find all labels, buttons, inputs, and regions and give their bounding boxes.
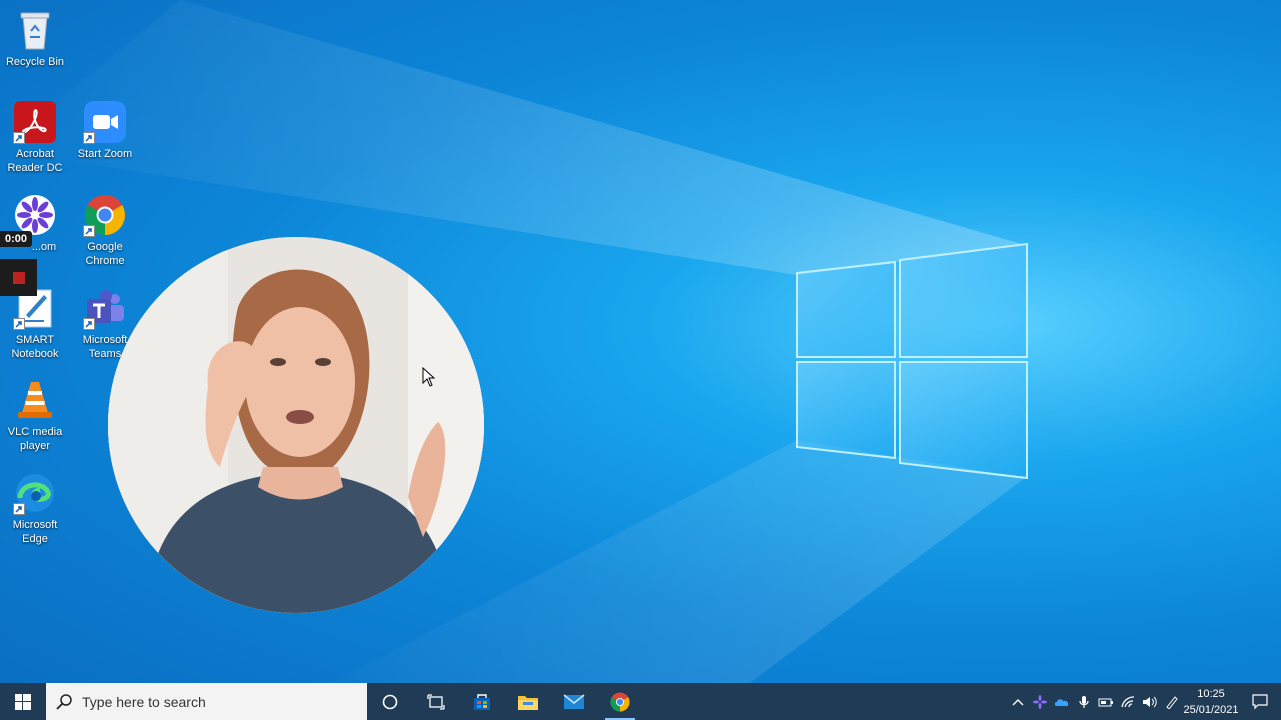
show-hidden-icons-button[interactable] [1007, 683, 1029, 720]
desktop-icon-label: VLC media player [7, 426, 63, 452]
desktop-icon-label: Acrobat Reader DC [7, 148, 63, 174]
desktop-icon-microsoft-edge[interactable]: Microsoft Edge [0, 471, 70, 546]
cortana-circle-icon [382, 694, 398, 709]
stop-recording-button[interactable] [0, 259, 37, 296]
microsoft-store-icon [474, 693, 490, 710]
tray-flower-app-button[interactable] [1029, 683, 1051, 720]
cortana-button[interactable] [367, 683, 413, 720]
microphone-icon [1079, 695, 1089, 708]
webcam-overlay[interactable] [108, 237, 484, 613]
desktop-icon-label: Start Zoom [77, 148, 133, 160]
system-tray: 10:25 25/01/2021 [1007, 683, 1281, 720]
tray-pen-button[interactable] [1161, 683, 1183, 720]
taskbar-search-box[interactable]: Type here to search [46, 683, 367, 720]
search-placeholder: Type here to search [82, 693, 206, 710]
desktop-icon-acrobat-reader[interactable]: Acrobat Reader DC [0, 100, 70, 175]
clock-date: 25/01/2021 [1183, 703, 1239, 716]
vlc-cone-icon [13, 378, 57, 422]
windows-logo-icon [15, 693, 31, 710]
shortcut-arrow-icon [83, 318, 95, 330]
desktop-icon-label: Recycle Bin [5, 56, 65, 68]
zoom-icon [83, 100, 127, 144]
taskbar-chrome-button[interactable] [597, 683, 643, 720]
desktop-icon-label: SMART Notebook [11, 334, 59, 360]
tray-microphone-button[interactable] [1073, 683, 1095, 720]
wifi-icon [1121, 695, 1135, 707]
desktop-icon-google-chrome[interactable]: Google Chrome [70, 193, 140, 268]
taskbar-file-explorer-button[interactable] [505, 683, 551, 720]
desktop-icon-recycle-bin[interactable]: Recycle Bin [0, 8, 70, 69]
chrome-icon [610, 691, 630, 712]
desktop-icon-label: Microsoft Edge [12, 519, 58, 545]
flower-app-icon [1033, 694, 1047, 709]
chrome-icon [83, 193, 127, 237]
battery-icon [1098, 698, 1113, 706]
tray-onedrive-button[interactable] [1051, 683, 1073, 720]
shortcut-arrow-icon [13, 132, 25, 144]
taskbar-store-button[interactable] [459, 683, 505, 720]
taskbar: Type here to search 10:25 25/01/2021 [0, 683, 1281, 720]
stop-icon [12, 271, 25, 284]
shortcut-arrow-icon [83, 132, 95, 144]
taskbar-clock[interactable]: 10:25 25/01/2021 [1183, 686, 1239, 718]
notification-icon [1252, 693, 1268, 709]
recycle-bin-icon [13, 8, 57, 52]
desktop-icon-vlc[interactable]: VLC media player [0, 378, 70, 453]
acrobat-reader-icon [13, 100, 57, 144]
search-icon [56, 693, 72, 710]
webcam-person-image [108, 237, 484, 613]
tray-wifi-button[interactable] [1117, 683, 1139, 720]
folder-icon [518, 695, 538, 710]
mail-icon [563, 693, 585, 709]
onedrive-cloud-icon [1054, 698, 1069, 706]
desktop-icon-label: Google Chrome [85, 241, 125, 267]
desktop-icon-start-zoom[interactable]: Start Zoom [70, 100, 140, 161]
chevron-up-icon [1012, 698, 1024, 705]
mouse-cursor-icon [422, 367, 436, 387]
shortcut-arrow-icon [13, 318, 25, 330]
start-button[interactable] [0, 683, 46, 720]
shortcut-arrow-icon [83, 225, 95, 237]
task-view-button[interactable] [413, 683, 459, 720]
taskbar-mail-button[interactable] [551, 683, 597, 720]
desktop-icon-smart-notebook[interactable]: SMART Notebook [0, 286, 70, 361]
pen-workspace-icon [1166, 695, 1178, 709]
volume-icon [1143, 696, 1157, 707]
shortcut-arrow-icon [13, 503, 25, 515]
clock-time: 10:25 [1197, 687, 1225, 700]
edge-icon [13, 471, 57, 515]
task-view-icon [427, 693, 445, 710]
recording-timer: 0:00 [0, 231, 33, 247]
tray-battery-button[interactable] [1095, 683, 1117, 720]
tray-volume-button[interactable] [1139, 683, 1161, 720]
action-center-button[interactable] [1239, 683, 1281, 720]
teams-icon [83, 286, 127, 330]
